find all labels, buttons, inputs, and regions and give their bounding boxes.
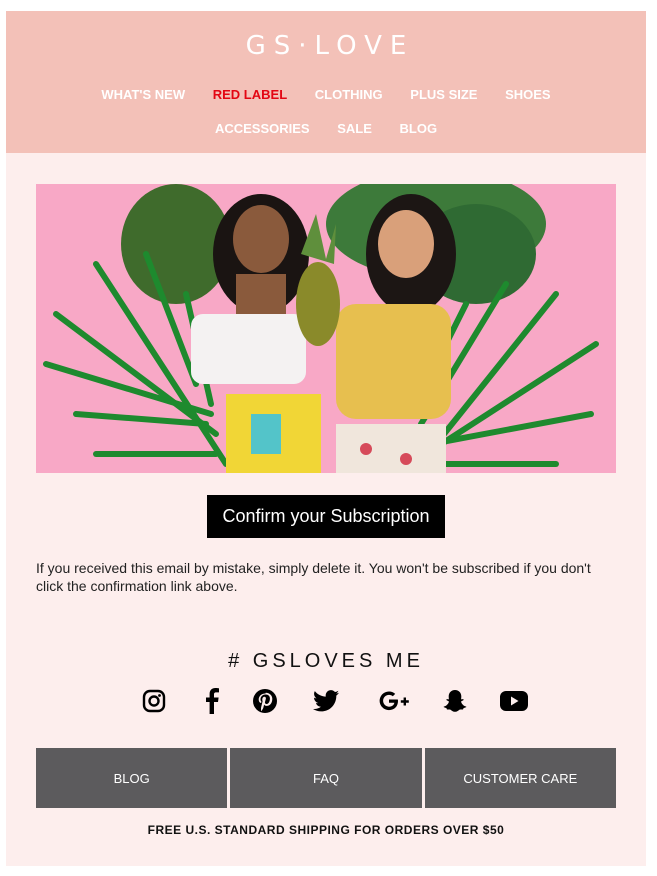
facebook-icon[interactable] [198,687,226,715]
pinterest-icon[interactable] [251,687,279,715]
email-container: GS·LOVE WHAT'S NEW RED LABEL CLOTHING PL… [6,11,646,866]
google-plus-icon[interactable] [378,687,412,715]
footer-link-faq[interactable]: FAQ [230,748,422,808]
nav-item-blog[interactable]: BLOG [400,121,438,136]
footer-links: BLOG FAQ CUSTOMER CARE [36,748,616,808]
nav-item-clothing[interactable]: CLOTHING [315,87,383,102]
free-shipping-banner: FREE U.S. STANDARD SHIPPING FOR ORDERS O… [147,823,505,837]
twitter-icon[interactable] [312,687,340,715]
header: GS·LOVE WHAT'S NEW RED LABEL CLOTHING PL… [6,11,646,153]
hero-illustration [36,184,616,473]
brand-logo[interactable]: GS·LOVE [6,31,646,61]
nav-item-shoes[interactable]: SHOES [505,87,551,102]
mistake-notice: If you received this email by mistake, s… [36,560,591,594]
nav-item-plus-size[interactable]: PLUS SIZE [410,87,477,102]
nav-item-red-label[interactable]: RED LABEL [213,87,287,102]
hero-image[interactable] [36,184,616,473]
footer-link-customer-care[interactable]: CUSTOMER CARE [424,748,616,808]
social-icons [6,687,646,721]
footer-link-blog[interactable]: BLOG [36,748,228,808]
nav-row-1: WHAT'S NEW RED LABEL CLOTHING PLUS SIZE … [6,87,646,102]
nav-row-2: ACCESSORIES SALE BLOG [6,121,646,136]
snapchat-icon[interactable] [441,687,469,715]
nav-item-sale[interactable]: SALE [337,121,372,136]
social-hashtag-heading: # GSLOVES ME [228,650,424,672]
confirm-subscription-button[interactable]: Confirm your Subscription [207,495,445,538]
instagram-icon[interactable] [140,687,168,715]
nav-item-whats-new[interactable]: WHAT'S NEW [101,87,185,102]
youtube-icon[interactable] [500,687,528,715]
nav-item-accessories[interactable]: ACCESSORIES [215,121,310,136]
